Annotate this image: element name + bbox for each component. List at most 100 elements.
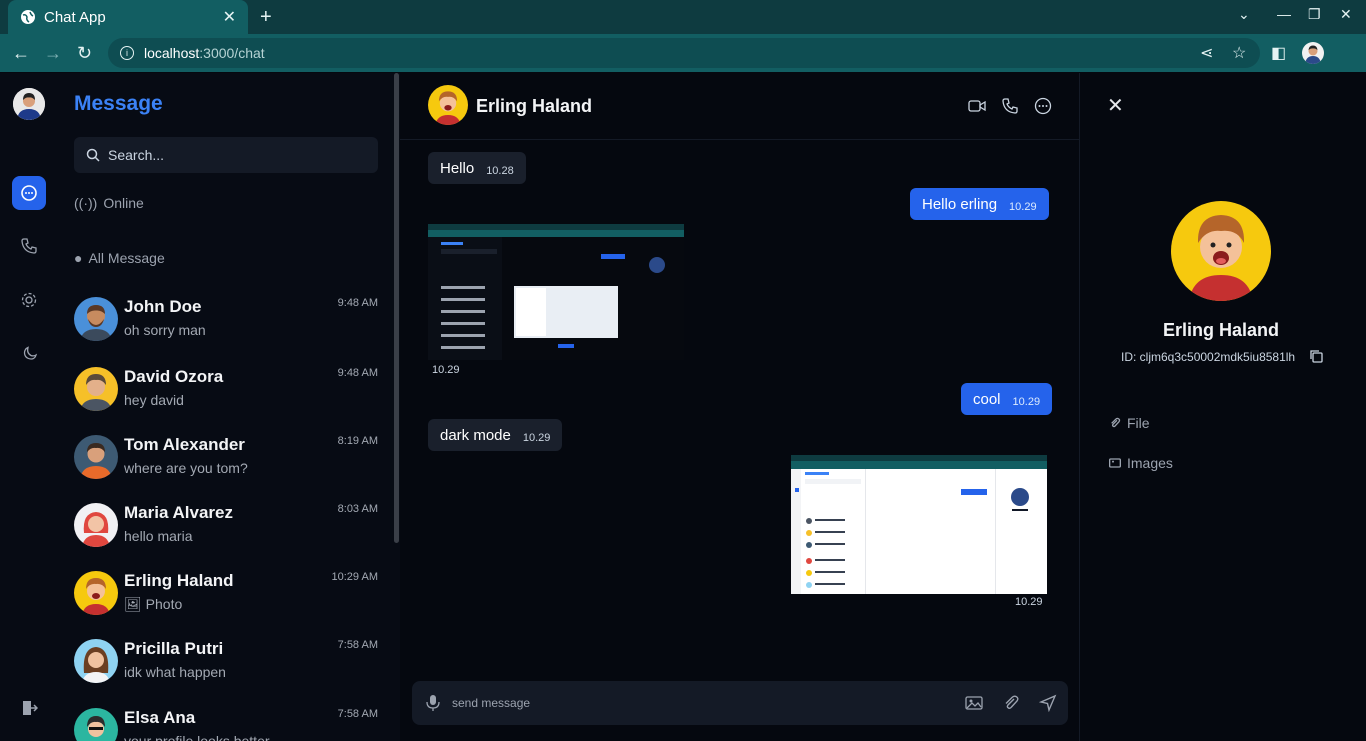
conversation-last-message: your profile looks better: [124, 733, 270, 741]
reload-icon[interactable]: ↻: [77, 43, 92, 64]
settings-gear-icon[interactable]: [20, 291, 38, 309]
url-field[interactable]: i localhost:3000/chat: [108, 38, 1260, 68]
bookmark-star-icon[interactable]: ☆: [1232, 43, 1246, 63]
conversation-item[interactable]: Elsa Ana your profile looks better 7:58 …: [74, 706, 378, 741]
nav-chats-button[interactable]: [12, 176, 46, 210]
conversation-last-message: 🖼 Photo: [124, 596, 182, 613]
conversation-last-message: idk what happen: [124, 664, 226, 680]
online-section-label: ((·)) Online: [74, 195, 144, 211]
message-text: Hello erling: [922, 195, 998, 213]
voice-call-icon[interactable]: [1001, 97, 1019, 115]
avatar: [74, 367, 118, 411]
message-time: 10.29: [1009, 201, 1037, 213]
avatar: [74, 571, 118, 615]
my-avatar[interactable]: [13, 88, 45, 120]
avatar: [74, 708, 118, 741]
files-link[interactable]: File: [1109, 415, 1150, 431]
message-time: 10.29: [432, 364, 460, 376]
conversation-item[interactable]: Maria Alvarez hello maria 8:03 AM: [74, 501, 378, 553]
conversation-item[interactable]: Pricilla Putri idk what happen 7:58 AM: [74, 637, 378, 689]
search-placeholder: Search...: [108, 147, 165, 163]
message-input-placeholder[interactable]: send message: [452, 696, 530, 710]
attach-file-paperclip-icon[interactable]: [1002, 694, 1020, 712]
new-tab-icon[interactable]: +: [260, 6, 272, 29]
message-composer[interactable]: send message: [412, 681, 1068, 725]
message-time: 10.29: [1015, 596, 1043, 608]
back-icon[interactable]: ←: [12, 43, 30, 64]
browser-address-bar: ← → ↻ i localhost:3000/chat ⋖ ☆ ◧: [0, 34, 1366, 72]
message-image-incoming[interactable]: [428, 224, 684, 360]
message-text: dark mode: [440, 426, 511, 444]
conversation-time: 7:58 AM: [337, 639, 378, 651]
restore-icon[interactable]: ❐: [1308, 6, 1321, 23]
message-incoming[interactable]: dark mode 10.29: [428, 419, 563, 451]
avatar: [74, 503, 118, 547]
conversation-item[interactable]: David Ozora hey david 9:48 AM: [74, 365, 378, 417]
search-icon: [86, 148, 100, 162]
paperclip-icon: [1111, 417, 1121, 428]
message-time: 10.29: [1012, 396, 1041, 408]
dark-mode-moon-icon[interactable]: [20, 345, 38, 363]
chat-dots-icon: ●: [74, 250, 83, 266]
minimize-icon[interactable]: —: [1277, 6, 1291, 22]
message-image-outgoing[interactable]: [791, 455, 1047, 594]
avatar: [74, 639, 118, 683]
close-tab-icon[interactable]: ✕: [223, 7, 236, 27]
conversation-last-message: oh sorry man: [124, 322, 206, 338]
conversation-time: 8:19 AM: [337, 435, 378, 447]
close-window-icon[interactable]: ✕: [1340, 6, 1352, 23]
message-incoming[interactable]: Hello 10.28: [428, 152, 526, 184]
chat-bubble-icon: [21, 185, 37, 201]
browser-tab-bar: Chat App ✕ + ⌄ — ❐ ✕: [0, 0, 1366, 34]
images-label: Images: [1127, 455, 1173, 471]
nav-rail: [0, 73, 58, 741]
send-icon[interactable]: [1039, 694, 1057, 712]
conversation-last-message: where are you tom?: [124, 460, 248, 476]
conversation-list-panel: Message Search... ((·)) Online ● All Mes…: [58, 73, 400, 741]
url-host: localhost: [144, 45, 200, 61]
close-icon[interactable]: ✕: [1107, 93, 1124, 118]
avatar: [74, 297, 118, 341]
microphone-icon[interactable]: [424, 694, 442, 712]
browser-tab[interactable]: Chat App ✕: [8, 0, 248, 34]
contact-avatar[interactable]: [428, 85, 468, 125]
contact-name[interactable]: Erling Haland: [476, 96, 592, 117]
conversation-name: John Doe: [124, 297, 202, 316]
message-text: Hello: [440, 159, 475, 177]
conversation-name: Elsa Ana: [124, 708, 196, 727]
message-outgoing[interactable]: Hello erling 10.29: [910, 188, 1049, 220]
page-title: Message: [74, 92, 163, 115]
forward-icon[interactable]: →: [44, 43, 62, 64]
browser-profile-avatar[interactable]: [1302, 42, 1324, 64]
side-panel-icon[interactable]: ◧: [1271, 43, 1286, 63]
avatar: [74, 435, 118, 479]
phone-icon[interactable]: [20, 237, 38, 255]
more-options-icon[interactable]: [1034, 97, 1052, 115]
broadcast-icon: ((·)): [74, 195, 98, 211]
video-call-icon[interactable]: [968, 97, 986, 115]
all-messages-section-label: ● All Message: [74, 250, 165, 266]
conversation-item[interactable]: John Doe oh sorry man 9:48 AM: [74, 295, 378, 347]
conversation-item[interactable]: Tom Alexander where are you tom? 8:19 AM: [74, 433, 378, 485]
message-text: cool: [973, 390, 1001, 408]
message-outgoing[interactable]: cool 10.29: [961, 383, 1053, 415]
image-icon: 🖼: [124, 596, 146, 612]
chat-app: Message Search... ((·)) Online ● All Mes…: [0, 73, 1366, 741]
files-label: File: [1127, 415, 1150, 431]
all-messages-label: All Message: [88, 250, 165, 266]
site-info-icon[interactable]: i: [120, 46, 134, 60]
logout-icon[interactable]: [20, 699, 38, 717]
contact-id: ID: cljm6q3c50002mdk5iu8581lh: [1121, 350, 1296, 364]
conversation-item[interactable]: Erling Haland 🖼 Photo 10:29 AM: [74, 569, 378, 621]
conversation-time: 7:58 AM: [337, 708, 378, 720]
search-input[interactable]: Search...: [74, 137, 378, 173]
image-icon: [1109, 458, 1121, 468]
copy-icon[interactable]: [1309, 349, 1323, 363]
conversation-last-message: hey david: [124, 392, 184, 408]
images-link[interactable]: Images: [1109, 455, 1173, 471]
share-icon[interactable]: ⋖: [1200, 43, 1213, 63]
conversation-list-scrollbar[interactable]: [394, 73, 399, 543]
attach-image-icon[interactable]: [965, 694, 983, 712]
chat-panel: Erling Haland Hello 10.28 Hello erling 1…: [400, 73, 1080, 741]
tab-search-icon[interactable]: ⌄: [1238, 6, 1250, 23]
